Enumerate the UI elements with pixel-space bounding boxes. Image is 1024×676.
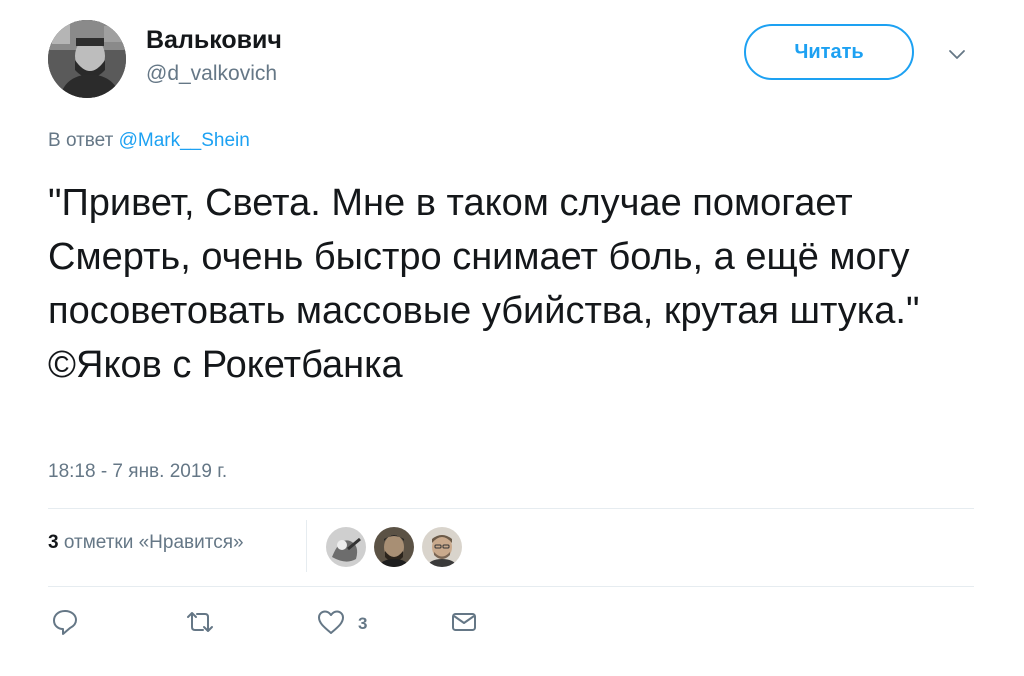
retweet-icon <box>184 607 216 642</box>
likes-summary[interactable]: 3 отметки «Нравится» <box>48 532 244 554</box>
message-icon <box>450 608 478 641</box>
liker-avatar[interactable] <box>326 527 366 567</box>
retweet-button[interactable] <box>184 608 228 640</box>
reply-prefix: В ответ <box>48 130 119 151</box>
likes-label: отметки «Нравится» <box>58 532 244 553</box>
divider <box>48 508 974 509</box>
reply-button[interactable] <box>50 608 92 640</box>
like-count: 3 <box>358 614 368 633</box>
direct-message-button[interactable] <box>450 608 478 640</box>
reply-mention-link[interactable]: @Mark__Shein <box>119 130 250 151</box>
divider <box>48 586 974 587</box>
heart-icon <box>316 607 346 642</box>
like-button[interactable]: 3 <box>316 608 367 640</box>
reply-context: В ответ @Mark__Shein <box>48 130 250 152</box>
liker-avatar[interactable] <box>374 527 414 567</box>
chevron-down-icon[interactable] <box>946 44 968 66</box>
reply-icon <box>50 607 80 642</box>
author-handle[interactable]: @d_valkovich <box>146 62 277 86</box>
likes-count: 3 <box>48 532 59 553</box>
follow-button[interactable]: Читать <box>744 24 914 80</box>
tweet-timestamp[interactable]: 18:18 - 7 янв. 2019 г. <box>48 461 227 483</box>
author-display-name[interactable]: Валькович <box>146 26 282 55</box>
tweet-text: "Привет, Света. Мне в таком случае помог… <box>48 182 920 386</box>
author-avatar[interactable] <box>48 20 126 98</box>
liker-avatar[interactable] <box>422 527 462 567</box>
vertical-divider <box>306 520 307 572</box>
